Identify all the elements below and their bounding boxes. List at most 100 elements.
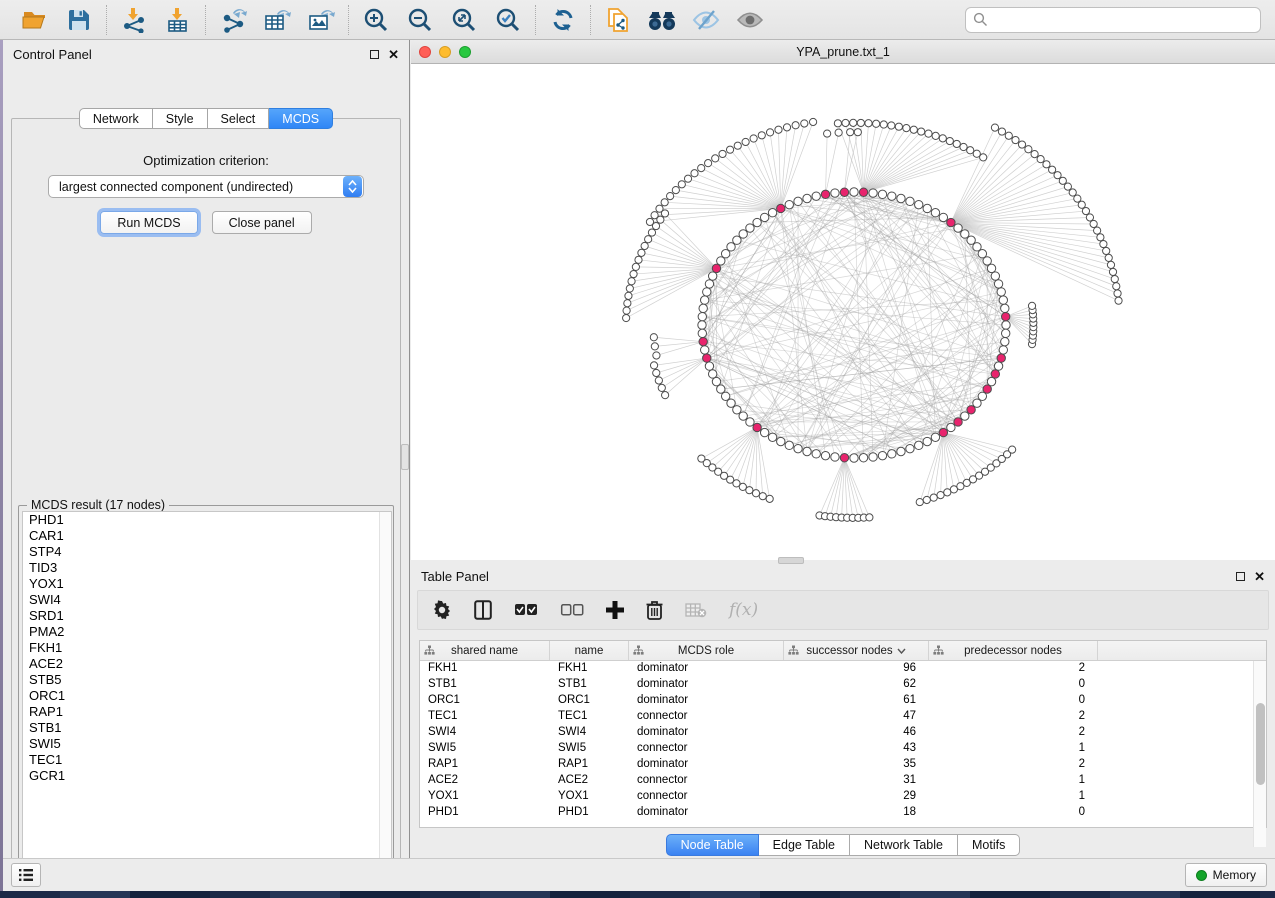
graph-node[interactable] bbox=[652, 222, 659, 229]
graph-node[interactable] bbox=[759, 493, 766, 500]
create-column-button[interactable] bbox=[606, 601, 624, 619]
graph-node[interactable] bbox=[888, 122, 895, 129]
graph-node[interactable] bbox=[973, 150, 980, 157]
vertical-splitter-handle[interactable] bbox=[401, 444, 409, 470]
graph-node[interactable] bbox=[750, 135, 757, 142]
graph-node[interactable] bbox=[923, 437, 931, 445]
graph-node[interactable] bbox=[1115, 297, 1122, 304]
graph-dominator-node[interactable] bbox=[983, 385, 991, 393]
graph-node[interactable] bbox=[698, 329, 706, 337]
graph-node[interactable] bbox=[906, 444, 914, 452]
graph-node[interactable] bbox=[1103, 247, 1110, 254]
column-header-predecessor-nodes[interactable]: predecessor nodes bbox=[929, 641, 1098, 660]
graph-node[interactable] bbox=[888, 450, 896, 458]
table-row[interactable]: TEC1TEC1connector472 bbox=[420, 709, 1266, 725]
graph-node[interactable] bbox=[831, 453, 839, 461]
graph-node[interactable] bbox=[925, 130, 932, 137]
graph-node[interactable] bbox=[777, 437, 785, 445]
graph-node[interactable] bbox=[869, 453, 877, 461]
open-file-button[interactable] bbox=[20, 6, 50, 34]
graph-node[interactable] bbox=[842, 119, 849, 126]
graph-node[interactable] bbox=[878, 190, 886, 198]
graph-node[interactable] bbox=[678, 181, 685, 188]
graph-node[interactable] bbox=[1049, 166, 1056, 173]
graph-node[interactable] bbox=[698, 312, 706, 320]
graph-node[interactable] bbox=[1111, 275, 1118, 282]
graph-node[interactable] bbox=[792, 122, 799, 129]
graph-node[interactable] bbox=[878, 451, 886, 459]
column-header-MCDS-role[interactable]: MCDS role bbox=[629, 641, 784, 660]
graph-node[interactable] bbox=[961, 230, 969, 238]
graph-node[interactable] bbox=[803, 194, 811, 202]
graph-node[interactable] bbox=[930, 494, 937, 501]
graph-dominator-node[interactable] bbox=[859, 188, 867, 196]
graph-node[interactable] bbox=[880, 121, 887, 128]
graph-node[interactable] bbox=[699, 304, 707, 312]
graph-node[interactable] bbox=[865, 120, 872, 127]
run-mcds-button[interactable]: Run MCDS bbox=[100, 211, 197, 234]
graph-node[interactable] bbox=[752, 490, 759, 497]
graph-node[interactable] bbox=[1054, 172, 1061, 179]
result-node-item[interactable]: SWI4 bbox=[23, 592, 391, 608]
graph-node[interactable] bbox=[708, 370, 716, 378]
graph-node[interactable] bbox=[987, 264, 995, 272]
graph-node[interactable] bbox=[650, 334, 657, 341]
graph-node[interactable] bbox=[653, 369, 660, 376]
graph-node[interactable] bbox=[1113, 283, 1120, 290]
tab-mcds[interactable]: MCDS bbox=[269, 108, 333, 129]
graph-node[interactable] bbox=[1018, 141, 1025, 148]
result-node-item[interactable]: TID3 bbox=[23, 560, 391, 576]
float-panel-icon[interactable] bbox=[370, 50, 379, 59]
graph-node[interactable] bbox=[746, 224, 754, 232]
memory-button[interactable]: Memory bbox=[1185, 863, 1267, 887]
table-row[interactable]: SWI4SWI4dominator462 bbox=[420, 725, 1266, 741]
horizontal-splitter-handle[interactable] bbox=[778, 557, 804, 564]
graph-node[interactable] bbox=[918, 128, 925, 135]
graph-node[interactable] bbox=[897, 194, 905, 202]
graph-node[interactable] bbox=[657, 216, 664, 223]
graph-node[interactable] bbox=[1031, 151, 1038, 158]
graph-node[interactable] bbox=[698, 321, 706, 329]
graph-node[interactable] bbox=[794, 444, 802, 452]
result-node-item[interactable]: GCR1 bbox=[23, 768, 391, 784]
graph-node[interactable] bbox=[661, 199, 668, 206]
graph-node[interactable] bbox=[1005, 132, 1012, 139]
graph-node[interactable] bbox=[939, 135, 946, 142]
graph-node[interactable] bbox=[746, 418, 754, 426]
graph-node[interactable] bbox=[684, 175, 691, 182]
graph-node[interactable] bbox=[897, 447, 905, 455]
graph-node[interactable] bbox=[999, 346, 1007, 354]
result-node-item[interactable]: PHD1 bbox=[23, 512, 391, 528]
table-scrollbar-thumb[interactable] bbox=[1256, 703, 1265, 785]
graph-node[interactable] bbox=[705, 362, 713, 370]
deselect-all-rows-button[interactable] bbox=[560, 603, 584, 617]
graph-node[interactable] bbox=[994, 362, 1002, 370]
graph-node[interactable] bbox=[1109, 268, 1116, 275]
close-panel-icon[interactable]: ✕ bbox=[388, 50, 399, 59]
column-header-shared-name[interactable]: shared name bbox=[420, 641, 550, 660]
result-node-item[interactable]: ACE2 bbox=[23, 656, 391, 672]
result-list-scrollbar[interactable] bbox=[379, 512, 391, 872]
tab-network[interactable]: Network bbox=[79, 108, 153, 129]
graph-dominator-node[interactable] bbox=[939, 428, 947, 436]
close-panel-button[interactable]: Close panel bbox=[212, 211, 312, 234]
graph-node[interactable] bbox=[1097, 234, 1104, 241]
graph-node[interactable] bbox=[753, 218, 761, 226]
save-session-button[interactable] bbox=[64, 6, 94, 34]
graph-node[interactable] bbox=[641, 242, 648, 249]
import-table-button[interactable] bbox=[163, 6, 193, 34]
graph-node[interactable] bbox=[1002, 329, 1010, 337]
graph-node[interactable] bbox=[960, 143, 967, 150]
graph-node[interactable] bbox=[623, 307, 630, 314]
float-table-panel-icon[interactable] bbox=[1236, 572, 1245, 581]
graph-node[interactable] bbox=[937, 492, 944, 499]
network-graph-canvas[interactable] bbox=[411, 64, 1275, 560]
graph-node[interactable] bbox=[1114, 290, 1121, 297]
graph-dominator-node[interactable] bbox=[997, 354, 1005, 362]
result-node-item[interactable]: STB5 bbox=[23, 672, 391, 688]
search-input[interactable] bbox=[988, 13, 1253, 27]
task-history-button[interactable] bbox=[11, 863, 41, 887]
graph-node[interactable] bbox=[801, 120, 808, 127]
graph-node[interactable] bbox=[954, 224, 962, 232]
result-node-item[interactable]: YOX1 bbox=[23, 576, 391, 592]
